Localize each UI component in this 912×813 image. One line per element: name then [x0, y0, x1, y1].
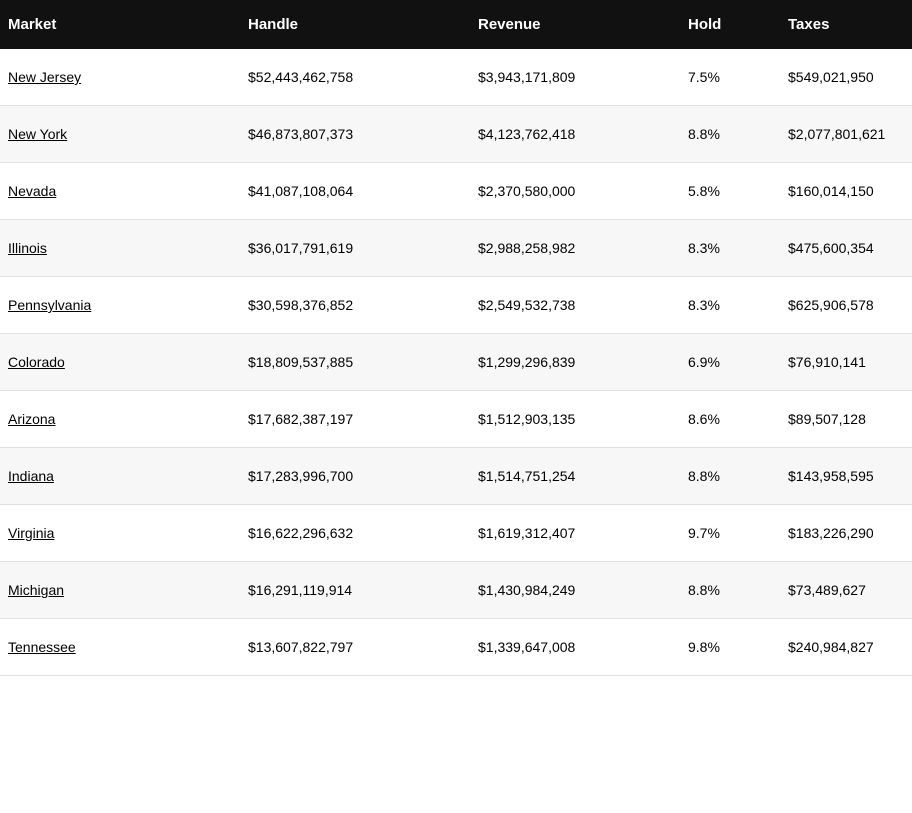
cell-market[interactable]: Arizona [8, 411, 248, 427]
cell-taxes: $160,014,150 [788, 183, 904, 199]
cell-handle: $16,622,296,632 [248, 525, 478, 541]
cell-handle: $18,809,537,885 [248, 354, 478, 370]
cell-market[interactable]: Colorado [8, 354, 248, 370]
cell-taxes: $549,021,950 [788, 69, 904, 85]
market-link[interactable]: New York [8, 126, 67, 142]
cell-hold: 8.3% [688, 240, 788, 256]
cell-hold: 9.7% [688, 525, 788, 541]
header-hold: Hold [688, 16, 788, 33]
cell-taxes: $73,489,627 [788, 582, 904, 598]
market-link[interactable]: Virginia [8, 525, 54, 541]
cell-taxes: $89,507,128 [788, 411, 904, 427]
cell-hold: 7.5% [688, 69, 788, 85]
table-body: New Jersey $52,443,462,758 $3,943,171,80… [0, 49, 912, 676]
cell-hold: 9.8% [688, 639, 788, 655]
cell-taxes: $183,226,290 [788, 525, 904, 541]
cell-hold: 8.6% [688, 411, 788, 427]
market-link[interactable]: Illinois [8, 240, 47, 256]
cell-handle: $46,873,807,373 [248, 126, 478, 142]
cell-revenue: $3,943,171,809 [478, 69, 688, 85]
table-row: Virginia $16,622,296,632 $1,619,312,407 … [0, 505, 912, 562]
cell-taxes: $2,077,801,621 [788, 126, 904, 142]
table-row: Indiana $17,283,996,700 $1,514,751,254 8… [0, 448, 912, 505]
cell-handle: $17,682,387,197 [248, 411, 478, 427]
cell-market[interactable]: New York [8, 126, 248, 142]
cell-market[interactable]: Nevada [8, 183, 248, 199]
header-handle: Handle [248, 16, 478, 33]
header-taxes: Taxes [788, 16, 904, 33]
cell-handle: $13,607,822,797 [248, 639, 478, 655]
header-market: Market [8, 16, 248, 33]
market-link[interactable]: Indiana [8, 468, 54, 484]
cell-market[interactable]: Pennsylvania [8, 297, 248, 313]
cell-revenue: $1,299,296,839 [478, 354, 688, 370]
cell-revenue: $2,370,580,000 [478, 183, 688, 199]
cell-revenue: $1,512,903,135 [478, 411, 688, 427]
cell-taxes: $76,910,141 [788, 354, 904, 370]
market-link[interactable]: Pennsylvania [8, 297, 91, 313]
table-row: Michigan $16,291,119,914 $1,430,984,249 … [0, 562, 912, 619]
cell-revenue: $1,514,751,254 [478, 468, 688, 484]
cell-market[interactable]: Illinois [8, 240, 248, 256]
cell-revenue: $4,123,762,418 [478, 126, 688, 142]
cell-hold: 8.3% [688, 297, 788, 313]
table-row: Arizona $17,682,387,197 $1,512,903,135 8… [0, 391, 912, 448]
table-row: Nevada $41,087,108,064 $2,370,580,000 5.… [0, 163, 912, 220]
table-header: Market Handle Revenue Hold Taxes [0, 0, 912, 49]
market-link[interactable]: Arizona [8, 411, 55, 427]
cell-revenue: $1,339,647,008 [478, 639, 688, 655]
cell-taxes: $475,600,354 [788, 240, 904, 256]
header-revenue: Revenue [478, 16, 688, 33]
cell-taxes: $240,984,827 [788, 639, 904, 655]
cell-taxes: $625,906,578 [788, 297, 904, 313]
cell-market[interactable]: Virginia [8, 525, 248, 541]
cell-hold: 8.8% [688, 126, 788, 142]
cell-handle: $16,291,119,914 [248, 582, 478, 598]
cell-handle: $41,087,108,064 [248, 183, 478, 199]
cell-revenue: $2,988,258,982 [478, 240, 688, 256]
table-row: Colorado $18,809,537,885 $1,299,296,839 … [0, 334, 912, 391]
table-row: Pennsylvania $30,598,376,852 $2,549,532,… [0, 277, 912, 334]
cell-hold: 5.8% [688, 183, 788, 199]
cell-handle: $52,443,462,758 [248, 69, 478, 85]
table-row: Illinois $36,017,791,619 $2,988,258,982 … [0, 220, 912, 277]
cell-hold: 8.8% [688, 468, 788, 484]
table-row: New Jersey $52,443,462,758 $3,943,171,80… [0, 49, 912, 106]
cell-market[interactable]: Tennessee [8, 639, 248, 655]
cell-hold: 8.8% [688, 582, 788, 598]
table-row: New York $46,873,807,373 $4,123,762,418 … [0, 106, 912, 163]
market-link[interactable]: Colorado [8, 354, 65, 370]
market-link[interactable]: Nevada [8, 183, 56, 199]
table-row: Tennessee $13,607,822,797 $1,339,647,008… [0, 619, 912, 676]
cell-handle: $17,283,996,700 [248, 468, 478, 484]
cell-handle: $36,017,791,619 [248, 240, 478, 256]
cell-revenue: $1,619,312,407 [478, 525, 688, 541]
cell-taxes: $143,958,595 [788, 468, 904, 484]
cell-handle: $30,598,376,852 [248, 297, 478, 313]
cell-revenue: $2,549,532,738 [478, 297, 688, 313]
cell-revenue: $1,430,984,249 [478, 582, 688, 598]
cell-hold: 6.9% [688, 354, 788, 370]
market-link[interactable]: New Jersey [8, 69, 81, 85]
cell-market[interactable]: Michigan [8, 582, 248, 598]
cell-market[interactable]: New Jersey [8, 69, 248, 85]
cell-market[interactable]: Indiana [8, 468, 248, 484]
market-link[interactable]: Michigan [8, 582, 64, 598]
sports-betting-table: Market Handle Revenue Hold Taxes New Jer… [0, 0, 912, 676]
market-link[interactable]: Tennessee [8, 639, 76, 655]
